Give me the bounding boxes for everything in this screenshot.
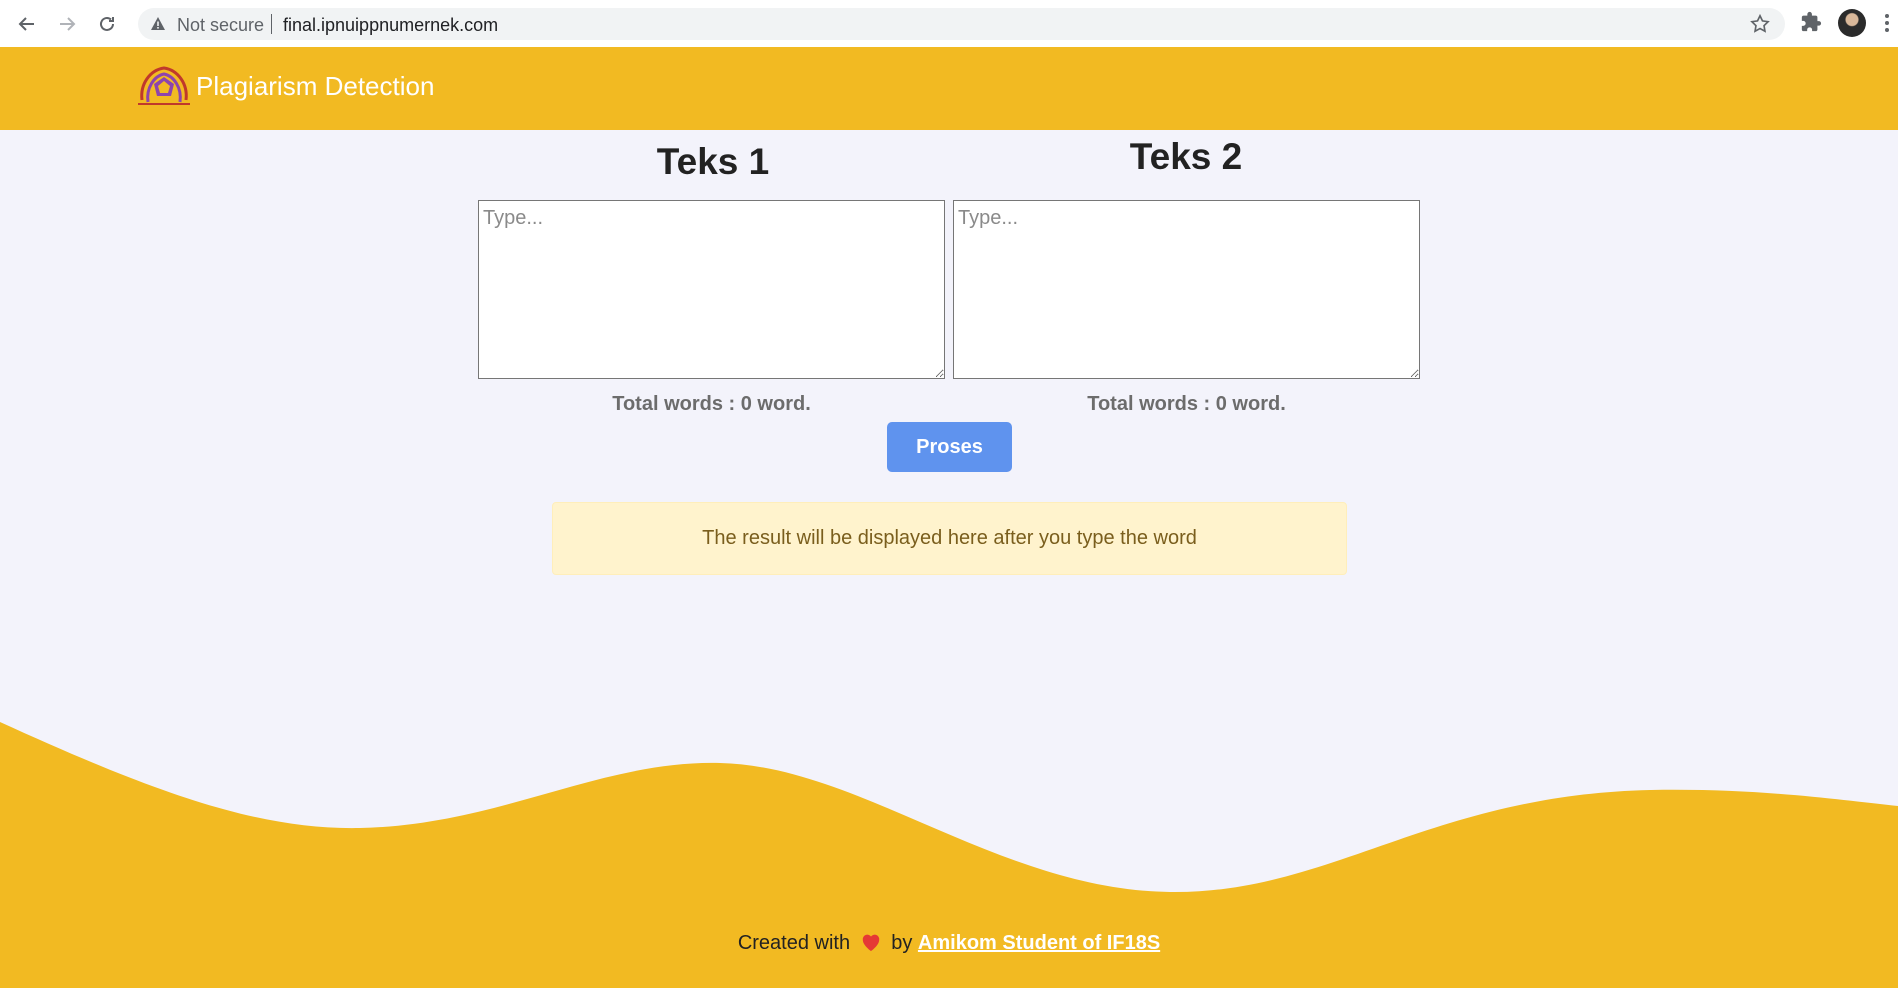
result-message: The result will be displayed here after … xyxy=(702,527,1197,549)
address-bar[interactable]: Not secure final.ipnuippnumernek.com xyxy=(138,8,1785,40)
footer-prefix: Created with xyxy=(737,932,851,954)
text1-input[interactable] xyxy=(478,200,945,379)
text2-input[interactable] xyxy=(953,200,1420,379)
process-button[interactable]: Proses xyxy=(887,422,1012,472)
footer-author-link[interactable]: Amikom Student of IF18S xyxy=(918,932,1160,954)
reload-button[interactable] xyxy=(92,9,122,39)
warning-icon[interactable] xyxy=(150,16,166,32)
profile-avatar[interactable] xyxy=(1838,9,1866,37)
back-arrow-icon xyxy=(18,17,34,31)
reload-icon xyxy=(100,16,114,31)
footer-by: by xyxy=(891,932,913,954)
browser-toolbar: Not secure final.ipnuippnumernek.com xyxy=(0,0,1898,48)
forward-button[interactable] xyxy=(52,9,82,39)
text2-word-count: Total words : 0 word. xyxy=(1087,393,1286,415)
forward-arrow-icon xyxy=(60,17,76,31)
result-alert: The result will be displayed here after … xyxy=(552,502,1347,575)
star-icon[interactable] xyxy=(1749,13,1771,35)
brand-title[interactable]: Plagiarism Detection xyxy=(196,71,434,102)
text1-word-count: Total words : 0 word. xyxy=(612,393,811,415)
text1-title: Teks 1 xyxy=(656,141,770,182)
footer: Created with by Amikom Student of IF18S xyxy=(0,932,1898,955)
back-button[interactable] xyxy=(12,9,42,39)
security-label[interactable]: Not secure xyxy=(177,15,264,36)
logo-icon[interactable] xyxy=(138,64,190,110)
text2-title: Teks 2 xyxy=(1129,136,1243,177)
address-separator xyxy=(271,14,272,34)
menu-kebab-icon[interactable] xyxy=(1884,13,1890,33)
extensions-icon[interactable] xyxy=(1800,11,1822,33)
site-header: Plagiarism Detection xyxy=(0,47,1898,130)
heart-icon xyxy=(862,934,879,952)
url-text[interactable]: final.ipnuippnumernek.com xyxy=(283,15,498,36)
